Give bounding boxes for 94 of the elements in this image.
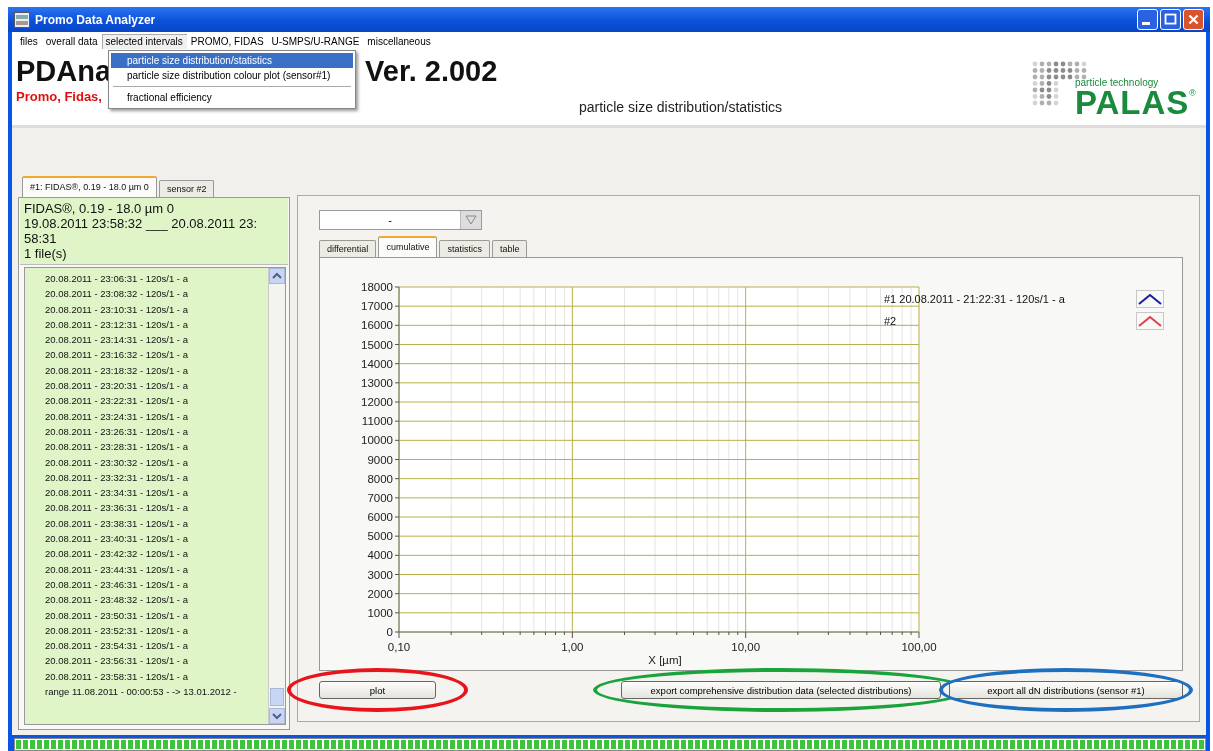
- menu-item[interactable]: selected intervals: [101, 33, 187, 49]
- y-tick-label: 9000: [367, 453, 393, 466]
- tab[interactable]: sensor #2: [158, 180, 215, 197]
- info-text: 19.08.2011 23:58:32 ___ 20.08.2011 23:: [24, 216, 258, 231]
- list-item[interactable]: 20.08.2011 - 23:52:31 - 120s/1 - a: [45, 622, 268, 639]
- menu-item[interactable]: miscellaneous: [363, 33, 435, 49]
- y-tick-label: 5000: [367, 530, 393, 543]
- x-tick-label: 1,00: [561, 641, 584, 653]
- legend-label: #1 20.08.2011 - 21:22:31 - 120s/1 - a: [884, 292, 1065, 305]
- list-item[interactable]: 20.08.2011 - 23:18:32 - 120s/1 - a: [45, 362, 268, 379]
- list-item[interactable]: 20.08.2011 - 23:56:31 - 120s/1 - a: [45, 653, 268, 669]
- tab[interactable]: cumulative: [378, 236, 438, 257]
- y-tick-label: 4000: [367, 549, 393, 562]
- info-text: 58:31: [24, 231, 58, 246]
- list-item[interactable]: 20.08.2011 - 23:46:31 - 120s/1 - a: [45, 576, 268, 593]
- list-item[interactable]: 20.08.2011 - 23:08:32 - 120s/1 - a: [45, 286, 268, 302]
- list-item[interactable]: 20.08.2011 - 23:16:32 - 120s/1 - a: [45, 347, 268, 363]
- list-item[interactable]: 20.08.2011 - 23:22:31 - 120s/1 - a: [45, 393, 268, 409]
- y-tick-label: 17000: [361, 300, 393, 313]
- y-tick-label: 16000: [361, 319, 393, 332]
- menu-item[interactable]: overall data: [41, 33, 102, 49]
- app-icon: [14, 11, 30, 28]
- y-tick-label: 6000: [367, 511, 393, 523]
- scroll-thumb[interactable]: [270, 688, 284, 706]
- info-text: 1 file(s): [24, 246, 68, 261]
- x-axis-title: X [µm]: [648, 654, 682, 666]
- y-tick-label: 10000: [361, 434, 393, 447]
- y-tick-label: 18000: [361, 281, 393, 293]
- window-title: Promo Data Analyzer: [35, 12, 156, 27]
- x-tick-label: 10,00: [731, 641, 761, 653]
- tab[interactable]: table: [491, 240, 528, 257]
- list-item[interactable]: 20.08.2011 - 23:36:31 - 120s/1 - a: [45, 500, 268, 516]
- y-tick-label: 0: [386, 626, 393, 638]
- view-title: particle size distribution/statistics: [579, 99, 783, 115]
- maximize-button[interactable]: [1160, 9, 1181, 30]
- list-item[interactable]: 20.08.2011 - 23:24:31 - 120s/1 - a: [45, 408, 268, 424]
- list-item[interactable]: 20.08.2011 - 23:44:31 - 120s/1 - a: [45, 561, 268, 577]
- tab[interactable]: statistics: [439, 240, 490, 257]
- x-tick-label: 0,10: [387, 641, 411, 653]
- list-item[interactable]: 20.08.2011 - 23:10:31 - 120s/1 - a: [45, 301, 268, 317]
- y-tick-label: 14000: [361, 357, 393, 370]
- list-item[interactable]: 20.08.2011 - 23:28:31 - 120s/1 - a: [45, 439, 268, 455]
- legend-label: #2: [884, 314, 897, 327]
- menu-item[interactable]: fractional efficiency: [111, 90, 353, 105]
- button[interactable]: plot: [319, 681, 436, 699]
- x-tick-label: 100,00: [901, 641, 937, 653]
- subtitle: Promo, Fidas,: [16, 89, 102, 104]
- list-item[interactable]: 20.08.2011 - 23:32:31 - 120s/1 - a: [45, 469, 268, 486]
- list-item[interactable]: 20.08.2011 - 23:58:31 - 120s/1 - a: [45, 668, 268, 684]
- y-tick-label: 3000: [367, 568, 393, 581]
- list-item[interactable]: 20.08.2011 - 23:38:31 - 120s/1 - a: [45, 515, 268, 532]
- minimize-icon: [1141, 22, 1150, 25]
- list-item[interactable]: 20.08.2011 - 23:40:31 - 120s/1 - a: [45, 531, 268, 547]
- distribution-dropdown[interactable]: -: [319, 210, 482, 230]
- y-tick-label: 13000: [361, 376, 393, 389]
- y-tick-label: 2000: [367, 587, 393, 600]
- y-tick-label: 8000: [367, 472, 393, 485]
- version-label: Ver. 2.002: [365, 55, 498, 88]
- minimize-button[interactable]: [1137, 9, 1158, 30]
- app-name: PDAna: [16, 55, 112, 88]
- y-tick-label: 1000: [367, 606, 393, 619]
- scroll-down-icon[interactable]: [269, 708, 285, 724]
- close-button[interactable]: [1183, 9, 1204, 30]
- menu-item[interactable]: files: [16, 33, 42, 49]
- button[interactable]: export comprehensive distribution data (selected distributions): [621, 681, 941, 699]
- list-item[interactable]: 20.08.2011 - 23:14:31 - 120s/1 - a: [45, 332, 268, 348]
- scroll-up-icon[interactable]: [269, 268, 285, 284]
- y-tick-label: 7000: [367, 491, 393, 504]
- list-item[interactable]: 20.08.2011 - 23:48:32 - 120s/1 - a: [45, 592, 268, 608]
- list-item[interactable]: 20.08.2011 - 23:42:32 - 120s/1 - a: [45, 546, 268, 562]
- tab[interactable]: #1: FIDAS®, 0.19 - 18.0 µm 0: [22, 176, 157, 197]
- list-item[interactable]: 20.08.2011 - 23:34:31 - 120s/1 - a: [45, 485, 268, 501]
- y-tick-label: 11000: [361, 415, 393, 428]
- y-tick-label: 12000: [361, 396, 393, 408]
- button[interactable]: export all dN distributions (sensor #1): [949, 681, 1183, 699]
- list-item[interactable]: 20.08.2011 - 23:54:31 - 120s/1 - a: [45, 638, 268, 654]
- y-tick-label: 15000: [361, 338, 393, 351]
- tab[interactable]: differential: [319, 240, 377, 257]
- palas-logo: particle technology PALAS®: [1030, 58, 1196, 118]
- line-style-icon[interactable]: [1136, 289, 1164, 308]
- list-item[interactable]: 20.08.2011 - 23:26:31 - 120s/1 - a: [45, 423, 268, 440]
- list-item[interactable]: 20.08.2011 - 23:06:31 - 120s/1 - a: [45, 271, 268, 287]
- menu-item[interactable]: PROMO, FIDAS: [186, 33, 268, 49]
- menu-item[interactable]: particle size distribution/statistics: [111, 53, 353, 68]
- menu-item[interactable]: particle size distribution colour plot (sensor#1): [111, 68, 353, 83]
- info-text: FIDAS®, 0.19 - 18.0 µm 0: [24, 201, 175, 216]
- list-item[interactable]: range 11.08.2011 - 00:00:53 - -> 13.01.2012 -: [45, 684, 268, 700]
- menu-item[interactable]: U-SMPS/U-RANGE: [267, 33, 364, 49]
- list-item[interactable]: 20.08.2011 - 23:12:31 - 120s/1 - a: [45, 316, 268, 333]
- list-item[interactable]: 20.08.2011 - 23:20:31 - 120s/1 - a: [45, 378, 268, 394]
- list-item[interactable]: 20.08.2011 - 23:50:31 - 120s/1 - a: [45, 607, 268, 623]
- scrollbar[interactable]: [268, 268, 285, 724]
- dropdown-arrow-icon: [465, 215, 477, 225]
- list-item[interactable]: 20.08.2011 - 23:30:32 - 120s/1 - a: [45, 454, 268, 470]
